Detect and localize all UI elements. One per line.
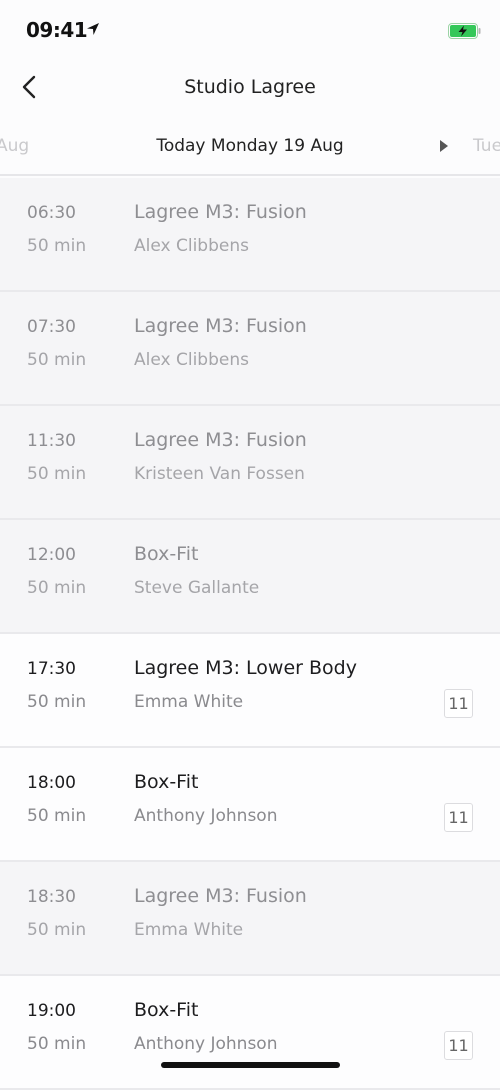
class-time: 18:30 [27,887,76,907]
class-row[interactable]: 18:30 50 min Lagree M3: Fusion Emma White [0,862,500,976]
class-name: Box-Fit [134,771,199,793]
class-time: 06:30 [27,203,76,223]
class-duration: 50 min [27,806,87,826]
class-duration: 50 min [27,1034,87,1054]
current-day-label: Today Monday 19 Aug [156,136,344,156]
class-name: Lagree M3: Fusion [134,429,307,451]
nav-bar: Studio Lagree [0,60,500,116]
home-indicator[interactable] [161,1062,340,1068]
class-row[interactable]: 11:30 50 min Lagree M3: Fusion Kristeen Van… [0,406,500,520]
class-row[interactable]: 06:30 50 min Lagree M3: Fusion Alex Clibben… [0,178,500,292]
class-time: 11:30 [27,431,76,451]
class-time: 07:30 [27,317,76,337]
class-name: Lagree M3: Lower Body [134,657,357,679]
status-bar: 09:41 [0,0,500,60]
class-duration: 50 min [27,350,87,370]
class-row[interactable]: 12:00 50 min Box-Fit Steve Gallante [0,520,500,634]
class-instructor: Anthony Johnson [134,806,278,826]
class-instructor: Steve Gallante [134,578,260,598]
class-name: Lagree M3: Fusion [134,885,307,907]
class-row[interactable]: 07:30 50 min Lagree M3: Fusion Alex Clibben… [0,292,500,406]
class-instructor: Emma White [134,692,244,712]
location-arrow-icon [87,23,99,35]
spots-available-badge: 11 [444,803,473,832]
class-instructor: Alex Clibbens [134,236,249,256]
class-name: Lagree M3: Fusion [134,315,307,337]
class-duration: 50 min [27,920,87,940]
class-instructor: Emma White [134,920,244,940]
class-duration: 50 min [27,578,87,598]
spots-available-badge: 11 [444,689,473,718]
class-instructor: Anthony Johnson [134,1034,278,1054]
class-duration: 50 min [27,236,87,256]
caret-right-icon[interactable] [440,140,448,152]
class-list: 06:30 50 min Lagree M3: Fusion Alex Clibben… [0,178,500,1090]
class-time: 19:00 [27,1001,76,1021]
class-instructor: Alex Clibbens [134,350,249,370]
class-time: 12:00 [27,545,76,565]
spots-available-badge: 11 [444,1031,473,1060]
battery-charging-icon [448,23,481,39]
class-time: 17:30 [27,659,76,679]
class-duration: 50 min [27,692,87,712]
class-row[interactable]: 18:00 50 min Box-Fit Anthony Johnson 11 [0,748,500,862]
class-time: 18:00 [27,773,76,793]
date-navigator: Aug Today Monday 19 Aug Tue [0,116,500,176]
class-name: Box-Fit [134,543,199,565]
class-row[interactable]: 17:30 50 min Lagree M3: Lower Body Emma Whi… [0,634,500,748]
class-name: Lagree M3: Fusion [134,201,307,223]
next-day-tab[interactable]: Tue [473,136,500,156]
class-duration: 50 min [27,464,87,484]
class-row[interactable]: 19:00 50 min Box-Fit Anthony Johnson 11 [0,976,500,1090]
class-instructor: Kristeen Van Fossen [134,464,305,484]
status-time: 09:41 [26,18,88,42]
class-name: Box-Fit [134,999,199,1021]
page-title: Studio Lagree [184,76,316,98]
